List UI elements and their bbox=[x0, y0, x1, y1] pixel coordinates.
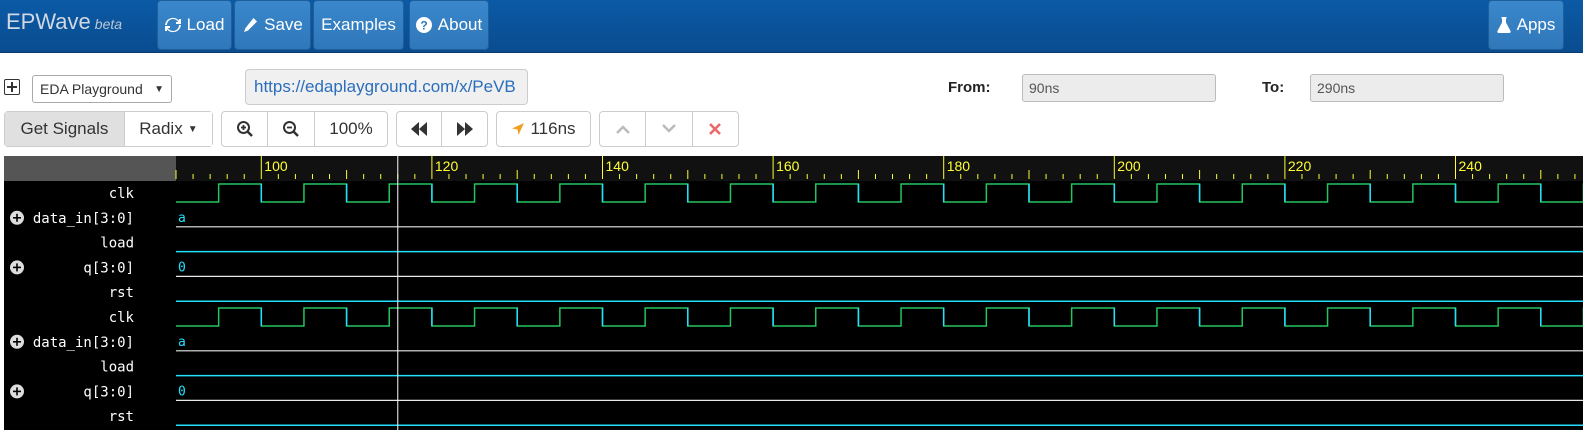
cursor-time-box[interactable]: 116ns bbox=[496, 111, 591, 147]
zoom-level: 100% bbox=[329, 119, 373, 138]
waveform-viewer[interactable]: 100 120 140 160 180 200 220 240 clk data_in[3:0] a… bbox=[4, 156, 1583, 430]
caret-down-icon: ▼ bbox=[187, 123, 198, 135]
timeline-tick-label: 100 bbox=[264, 158, 288, 174]
app-brand[interactable]: EPWave beta bbox=[6, 9, 122, 35]
apps-label: Apps bbox=[1516, 15, 1556, 34]
backward-icon bbox=[411, 122, 427, 136]
examples-button[interactable]: Examples bbox=[313, 0, 404, 50]
next-edge-button[interactable] bbox=[442, 112, 487, 146]
top-navbar: EPWave beta Load Save Examples ? About Ap… bbox=[0, 0, 1583, 53]
zoom-group: 100% bbox=[221, 111, 388, 147]
get-signals-button[interactable]: Get Signals bbox=[5, 112, 125, 146]
move-down-button[interactable] bbox=[646, 112, 693, 146]
brand-name: EPWave bbox=[6, 9, 91, 34]
from-time-input[interactable]: 90ns bbox=[1022, 74, 1216, 102]
cursor-time-display: 116ns bbox=[497, 112, 590, 146]
save-label: Save bbox=[264, 15, 303, 34]
radix-label: Radix bbox=[139, 119, 183, 138]
examples-label: Examples bbox=[321, 15, 396, 34]
save-button[interactable]: Save bbox=[234, 0, 311, 50]
move-up-button[interactable] bbox=[600, 112, 647, 146]
signal-order-group bbox=[599, 111, 739, 147]
timeline-tick-label: 180 bbox=[947, 158, 971, 174]
source-select-value: EDA Playground bbox=[40, 81, 143, 97]
expand-panel-icon[interactable] bbox=[4, 79, 20, 95]
flask-icon bbox=[1496, 17, 1511, 33]
signal-name: data_in[3:0] bbox=[33, 335, 134, 351]
pencil-icon bbox=[244, 18, 258, 32]
zoom-in-icon bbox=[236, 121, 253, 137]
to-time-input[interactable]: 290ns bbox=[1310, 74, 1504, 102]
signal-name: q[3:0] bbox=[83, 260, 134, 276]
signal-name: q[3:0] bbox=[83, 384, 134, 400]
location-arrow-icon bbox=[512, 123, 525, 135]
forward-icon bbox=[456, 122, 473, 136]
remove-signal-button[interactable] bbox=[693, 112, 738, 146]
signal-name: clk bbox=[109, 186, 135, 202]
bus-value: a bbox=[178, 211, 186, 226]
to-label: To: bbox=[1262, 79, 1285, 96]
signal-name: rst bbox=[109, 285, 134, 301]
signal-name: clk bbox=[109, 310, 135, 326]
previous-edge-button[interactable] bbox=[397, 112, 443, 146]
signal-name: data_in[3:0] bbox=[33, 211, 134, 227]
chevron-up-icon bbox=[615, 125, 630, 134]
source-select[interactable]: EDA Playground ▼ bbox=[32, 75, 172, 103]
chevron-down-icon: ▼ bbox=[154, 84, 164, 95]
chevron-down-icon bbox=[662, 124, 676, 133]
timeline-tick-label: 200 bbox=[1117, 158, 1141, 174]
signal-name: load bbox=[100, 236, 134, 252]
timeline-tick-label: 120 bbox=[435, 158, 459, 174]
svg-text:?: ? bbox=[420, 19, 427, 33]
close-icon bbox=[709, 123, 722, 135]
cursor-time-value: 116ns bbox=[530, 119, 576, 138]
zoom-out-icon bbox=[283, 121, 299, 137]
load-button[interactable]: Load bbox=[157, 0, 232, 50]
zoom-in-button[interactable] bbox=[222, 112, 268, 146]
apps-button[interactable]: Apps bbox=[1488, 0, 1564, 50]
playground-url[interactable]: https://edaplayground.com/x/PeVB bbox=[245, 69, 528, 105]
from-label: From: bbox=[948, 79, 991, 96]
signal-name: rst bbox=[109, 409, 134, 425]
bus-value: 0 bbox=[178, 384, 186, 399]
brand-beta: beta bbox=[94, 16, 123, 32]
timeline-tick-label: 140 bbox=[606, 158, 630, 174]
load-label: Load bbox=[186, 15, 225, 34]
timeline-tick-label: 160 bbox=[776, 158, 800, 174]
about-label: About bbox=[437, 15, 483, 34]
signals-button-group: Get Signals Radix ▼ bbox=[4, 111, 213, 147]
navigation-group bbox=[396, 111, 488, 147]
timeline-ruler bbox=[176, 156, 1583, 181]
refresh-icon bbox=[164, 17, 181, 33]
zoom-out-button[interactable] bbox=[268, 112, 315, 146]
timeline-tick-label: 220 bbox=[1288, 158, 1312, 174]
about-button[interactable]: ? About bbox=[409, 0, 489, 50]
bus-value: 0 bbox=[178, 260, 186, 275]
radix-dropdown[interactable]: Radix ▼ bbox=[124, 112, 212, 146]
wave-background bbox=[4, 156, 1583, 430]
timeline-tick-label: 240 bbox=[1459, 158, 1483, 174]
question-circle-icon: ? bbox=[415, 17, 432, 33]
bus-value: a bbox=[178, 335, 186, 350]
signal-name: load bbox=[100, 360, 134, 376]
waveform-canvas[interactable]: 100 120 140 160 180 200 220 240clkdata_in[3:0] a… bbox=[4, 156, 1583, 430]
